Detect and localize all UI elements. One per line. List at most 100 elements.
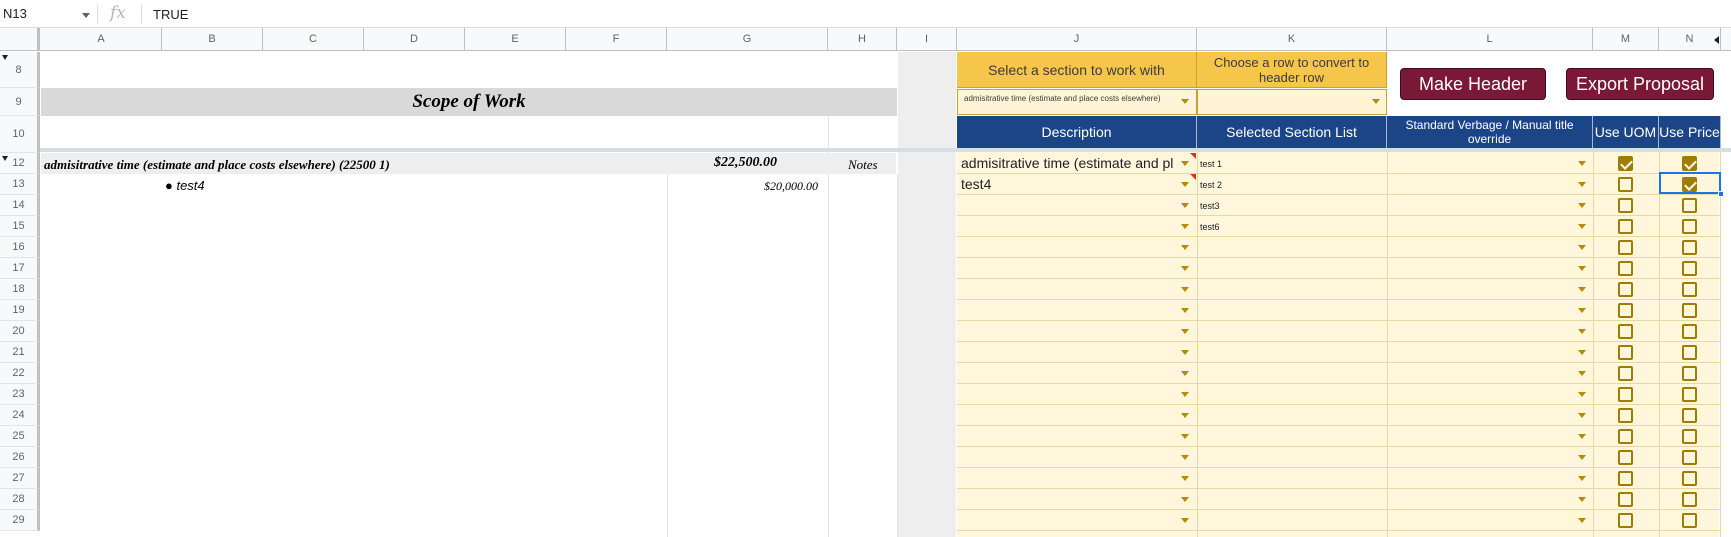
use-uom-checkbox[interactable] [1618,492,1633,507]
use-price-checkbox[interactable] [1682,261,1697,276]
standard-verbage-dropdown[interactable] [1388,384,1592,404]
standard-verbage-dropdown[interactable] [1388,195,1592,215]
description-cell[interactable] [961,344,1181,362]
use-price-checkbox[interactable] [1682,345,1697,360]
description-cell[interactable] [961,491,1181,509]
formula-input[interactable]: TRUE [153,7,188,22]
use-uom-checkbox[interactable] [1618,345,1633,360]
chevron-down-icon[interactable] [1181,245,1189,250]
row-header-21[interactable]: 21 [0,342,40,363]
chevron-down-icon[interactable] [1181,371,1189,376]
chevron-down-icon[interactable] [1181,308,1189,313]
description-cell[interactable]: admisitrative time (estimate and pl [961,155,1181,173]
column-header-f[interactable]: F [566,28,667,51]
row-header-28[interactable]: 28 [0,489,40,510]
row-group-toggle-icon[interactable] [2,156,8,161]
use-uom-checkbox[interactable] [1618,387,1633,402]
select-section-dropdown[interactable]: admisitrative time (estimate and place c… [957,89,1197,115]
use-uom-checkbox[interactable] [1618,513,1633,528]
chevron-down-icon[interactable] [1181,497,1189,502]
chevron-down-icon[interactable] [1181,224,1189,229]
column-header-k[interactable]: K [1197,28,1387,51]
fill-handle[interactable] [1718,191,1724,197]
description-cell[interactable] [961,428,1181,446]
standard-verbage-dropdown[interactable] [1388,489,1592,509]
use-price-checkbox[interactable] [1682,429,1697,444]
standard-verbage-dropdown[interactable] [1388,363,1592,383]
column-header-j[interactable]: J [957,28,1197,51]
description-cell[interactable] [961,260,1181,278]
use-uom-checkbox[interactable] [1618,471,1633,486]
use-uom-checkbox[interactable] [1618,177,1633,192]
standard-verbage-dropdown[interactable] [1388,510,1592,530]
export-proposal-button[interactable]: Export Proposal [1566,68,1714,100]
column-header-m[interactable]: M [1593,28,1659,51]
standard-verbage-dropdown[interactable] [1388,279,1592,299]
use-uom-checkbox[interactable] [1618,366,1633,381]
row-header-15[interactable]: 15 [0,216,40,237]
column-header-i[interactable]: I [897,28,957,51]
column-header-a[interactable]: A [41,28,162,51]
use-price-checkbox[interactable] [1682,513,1697,528]
name-box-chevron-down-icon[interactable] [82,13,90,18]
row-header-26[interactable]: 26 [0,447,40,468]
use-uom-checkbox[interactable] [1618,408,1633,423]
description-cell[interactable] [961,281,1181,299]
row-header-18[interactable]: 18 [0,279,40,300]
use-price-checkbox[interactable] [1682,324,1697,339]
use-price-checkbox[interactable] [1682,387,1697,402]
row-header-13[interactable]: 13 [0,174,40,195]
row-header-20[interactable]: 20 [0,321,40,342]
row-header-14[interactable]: 14 [0,195,40,216]
chevron-down-icon[interactable] [1181,161,1189,166]
description-cell[interactable] [961,449,1181,467]
chevron-down-icon[interactable] [1181,266,1189,271]
chevron-down-icon[interactable] [1181,455,1189,460]
use-uom-checkbox[interactable] [1618,156,1633,171]
description-cell[interactable]: test4 [961,176,1181,194]
make-header-button[interactable]: Make Header [1400,68,1546,100]
row-header-19[interactable]: 19 [0,300,40,321]
standard-verbage-dropdown[interactable] [1388,300,1592,320]
standard-verbage-dropdown[interactable] [1388,321,1592,341]
standard-verbage-dropdown[interactable] [1388,153,1592,173]
standard-verbage-dropdown[interactable] [1388,216,1592,236]
chevron-down-icon[interactable] [1181,287,1189,292]
use-price-checkbox[interactable] [1682,471,1697,486]
column-header-g[interactable]: G [667,28,828,51]
description-cell[interactable] [961,386,1181,404]
description-cell[interactable] [961,365,1181,383]
use-uom-checkbox[interactable] [1618,282,1633,297]
use-price-checkbox[interactable] [1682,219,1697,234]
chevron-down-icon[interactable] [1372,99,1380,104]
row-header-23[interactable]: 23 [0,384,40,405]
description-cell[interactable] [961,302,1181,320]
column-header-c[interactable]: C [263,28,364,51]
standard-verbage-dropdown[interactable] [1388,258,1592,278]
description-cell[interactable] [961,470,1181,488]
use-price-checkbox[interactable] [1682,198,1697,213]
scroll-left-arrow-icon[interactable] [1714,36,1719,44]
standard-verbage-dropdown[interactable] [1388,447,1592,467]
column-header-h[interactable]: H [828,28,897,51]
use-uom-checkbox[interactable] [1618,261,1633,276]
choose-row-dropdown[interactable] [1197,89,1387,115]
row-header-17[interactable]: 17 [0,258,40,279]
use-price-checkbox[interactable] [1682,408,1697,423]
use-price-checkbox[interactable] [1682,240,1697,255]
column-header-l[interactable]: L [1387,28,1593,51]
use-uom-checkbox[interactable] [1618,429,1633,444]
use-uom-checkbox[interactable] [1618,324,1633,339]
row-header-10[interactable]: 10 [0,116,40,153]
use-price-checkbox[interactable] [1682,303,1697,318]
chevron-down-icon[interactable] [1181,182,1189,187]
description-cell[interactable] [961,197,1181,215]
use-uom-checkbox[interactable] [1618,450,1633,465]
row-header-16[interactable]: 16 [0,237,40,258]
standard-verbage-dropdown[interactable] [1388,174,1592,194]
row-header-9[interactable]: 9 [0,88,40,116]
chevron-down-icon[interactable] [1181,203,1189,208]
column-header-b[interactable]: B [162,28,263,51]
chevron-down-icon[interactable] [1181,413,1189,418]
use-uom-checkbox[interactable] [1618,240,1633,255]
